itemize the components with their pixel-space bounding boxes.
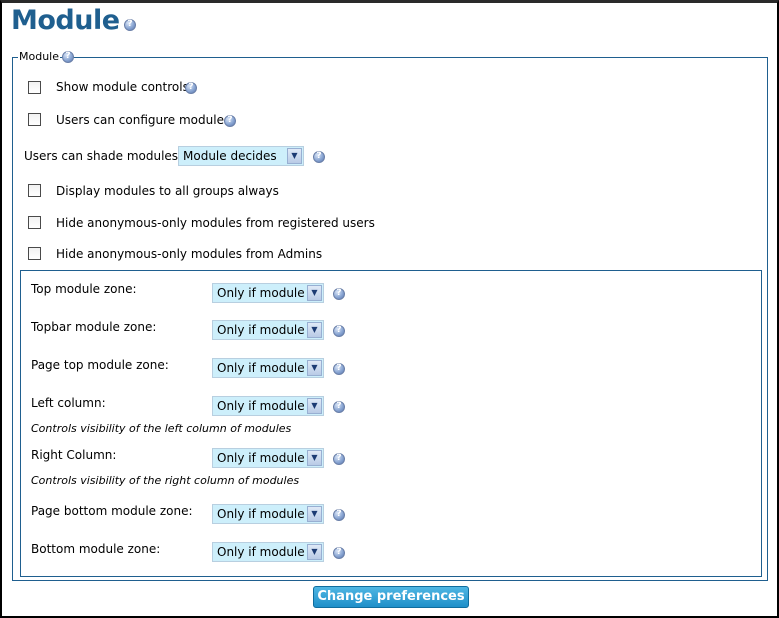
chevron-down-icon: ▼ xyxy=(307,285,322,301)
help-icon[interactable] xyxy=(333,325,345,337)
zone-description: Controls visibility of the right column … xyxy=(31,474,300,487)
bottom-zone-select[interactable]: Only if module ▼ xyxy=(212,542,324,562)
shade-modules-value: Module decides xyxy=(183,149,277,163)
help-icon[interactable] xyxy=(333,453,345,465)
users-can-configure-label: Users can configure modules xyxy=(56,113,231,127)
zone-label: Top module zone: xyxy=(31,282,137,296)
zone-description: Controls visibility of the left column o… xyxy=(31,422,292,435)
show-module-controls-checkbox[interactable] xyxy=(28,81,41,94)
page-title: Module xyxy=(11,5,120,36)
hide-anon-admins-checkbox[interactable] xyxy=(28,247,41,260)
topbar-zone-select[interactable]: Only if module ▼ xyxy=(212,320,324,340)
help-icon[interactable] xyxy=(124,19,136,31)
help-icon[interactable] xyxy=(333,547,345,559)
help-icon[interactable] xyxy=(224,115,236,127)
hide-anon-registered-checkbox[interactable] xyxy=(28,216,41,229)
display-all-groups-label: Display modules to all groups always xyxy=(56,184,279,198)
right-column-select[interactable]: Only if module ▼ xyxy=(212,448,324,468)
zone-select-value: Only if module xyxy=(217,545,305,559)
hide-anon-registered-label: Hide anonymous-only modules from registe… xyxy=(56,216,375,230)
chevron-down-icon: ▼ xyxy=(307,450,322,466)
show-module-controls-label: Show module controls xyxy=(56,80,189,94)
help-icon[interactable] xyxy=(333,288,345,300)
zone-select-value: Only if module xyxy=(217,323,305,337)
zone-select-value: Only if module xyxy=(217,399,305,413)
zone-select-value: Only if module xyxy=(217,361,305,375)
help-icon[interactable] xyxy=(333,363,345,375)
left-column-select[interactable]: Only if module ▼ xyxy=(212,396,324,416)
fieldset-legend: Module xyxy=(18,50,60,63)
hide-anon-admins-label: Hide anonymous-only modules from Admins xyxy=(56,247,323,261)
zone-select-value: Only if module xyxy=(217,451,305,465)
zone-label: Bottom module zone: xyxy=(31,542,161,556)
zone-label: Page bottom module zone: xyxy=(31,504,193,518)
page-bottom-zone-select[interactable]: Only if module ▼ xyxy=(212,504,324,524)
shade-modules-label: Users can shade modules: xyxy=(24,149,183,163)
top-zone-select[interactable]: Only if module ▼ xyxy=(212,283,324,303)
help-icon[interactable] xyxy=(62,51,74,63)
chevron-down-icon: ▼ xyxy=(307,544,322,560)
help-icon[interactable] xyxy=(313,151,325,163)
zone-select-value: Only if module xyxy=(217,507,305,521)
users-can-configure-checkbox[interactable] xyxy=(28,113,41,126)
chevron-down-icon: ▼ xyxy=(307,322,322,338)
help-icon[interactable] xyxy=(185,82,197,94)
help-icon[interactable] xyxy=(333,509,345,521)
zone-label: Left column: xyxy=(31,396,106,410)
zone-label: Page top module zone: xyxy=(31,358,169,372)
change-preferences-button[interactable]: Change preferences xyxy=(313,586,469,608)
chevron-down-icon: ▼ xyxy=(287,148,302,164)
chevron-down-icon: ▼ xyxy=(307,360,322,376)
chevron-down-icon: ▼ xyxy=(307,506,322,522)
zone-label: Right Column: xyxy=(31,448,117,462)
shade-modules-select[interactable]: Module decides ▼ xyxy=(178,146,304,166)
chevron-down-icon: ▼ xyxy=(307,398,322,414)
zone-label: Topbar module zone: xyxy=(31,320,157,334)
help-icon[interactable] xyxy=(333,401,345,413)
zone-select-value: Only if module xyxy=(217,286,305,300)
display-all-groups-checkbox[interactable] xyxy=(28,184,41,197)
page-top-zone-select[interactable]: Only if module ▼ xyxy=(212,358,324,378)
